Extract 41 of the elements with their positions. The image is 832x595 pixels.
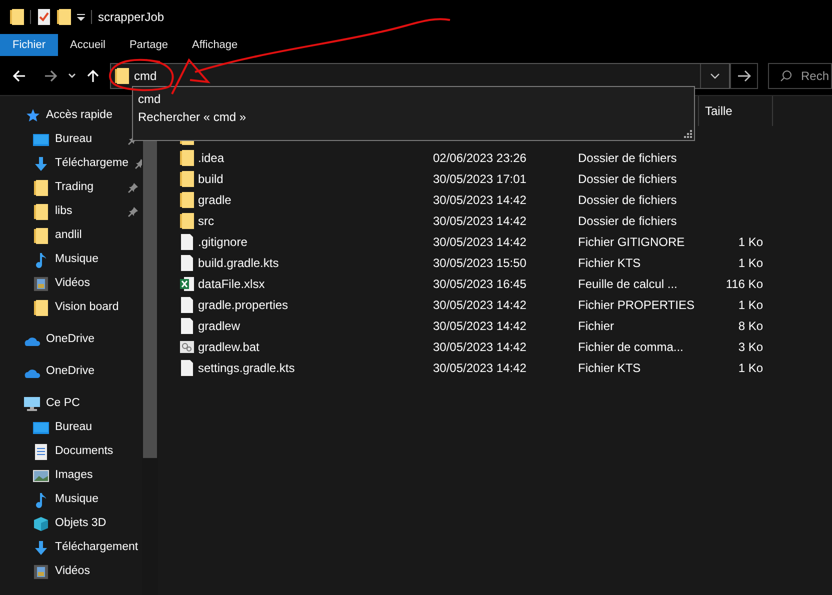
modified-date: 30/05/2023 16:45 (433, 276, 528, 292)
modified-date: 30/05/2023 14:42 (433, 234, 528, 250)
file-type: Dossier de fichiers (578, 192, 678, 208)
file-type: Feuille de calcul ... (578, 276, 678, 292)
file-type: Dossier de fichiers (578, 150, 678, 166)
file-type: Dossier de fichiers (578, 170, 678, 188)
file-size: 1 Ko (737, 296, 763, 314)
file-size: 1 Ko (737, 234, 763, 250)
file-type: Fichier GITIGNORE (578, 234, 686, 250)
file-size: 3 Ko (737, 338, 763, 356)
file-name: build (198, 170, 224, 188)
modified-date: 30/05/2023 14:42 (433, 212, 528, 230)
file-name: settings.gradle.kts (198, 360, 296, 376)
modified-date: 30/05/2023 14:42 (433, 338, 528, 356)
file-name: gradle.properties (198, 296, 290, 314)
file-name: .gitignore (198, 234, 248, 250)
file-size: 8 Ko (737, 318, 763, 334)
window-title: scrapperJob (98, 9, 164, 26)
file-size: 1 Ko (737, 360, 763, 376)
file-type: Dossier de fichiers (578, 212, 678, 230)
modified-date: 30/05/2023 14:42 (433, 192, 528, 208)
file-name: .idea (198, 150, 226, 166)
modified-date: 30/05/2023 17:01 (433, 170, 528, 188)
file-type: Fichier KTS (578, 360, 642, 376)
file-name: build.gradle.kts (198, 254, 280, 272)
file-size: 1 Ko (737, 254, 763, 272)
modified-date: 30/05/2023 15:50 (433, 254, 528, 272)
modified-date: 30/05/2023 14:42 (433, 360, 528, 376)
file-type: Fichier (578, 318, 616, 334)
file-name: gradle (198, 192, 232, 208)
file-type: Fichier de comma... (578, 338, 684, 356)
modified-date: 30/05/2023 14:42 (433, 318, 528, 334)
file-name: dataFile.xlsx (198, 276, 266, 292)
file-size: 116 Ko (724, 276, 763, 292)
file-type: Fichier KTS (578, 254, 642, 272)
file-name: gradlew (198, 318, 242, 334)
file-name: gradlew.bat (198, 338, 260, 356)
modified-date: 02/06/2023 23:26 (433, 150, 528, 166)
file-type: Fichier PROPERTIES (578, 296, 696, 314)
file-name: src (198, 212, 215, 230)
modified-date: 30/05/2023 14:42 (433, 296, 528, 314)
